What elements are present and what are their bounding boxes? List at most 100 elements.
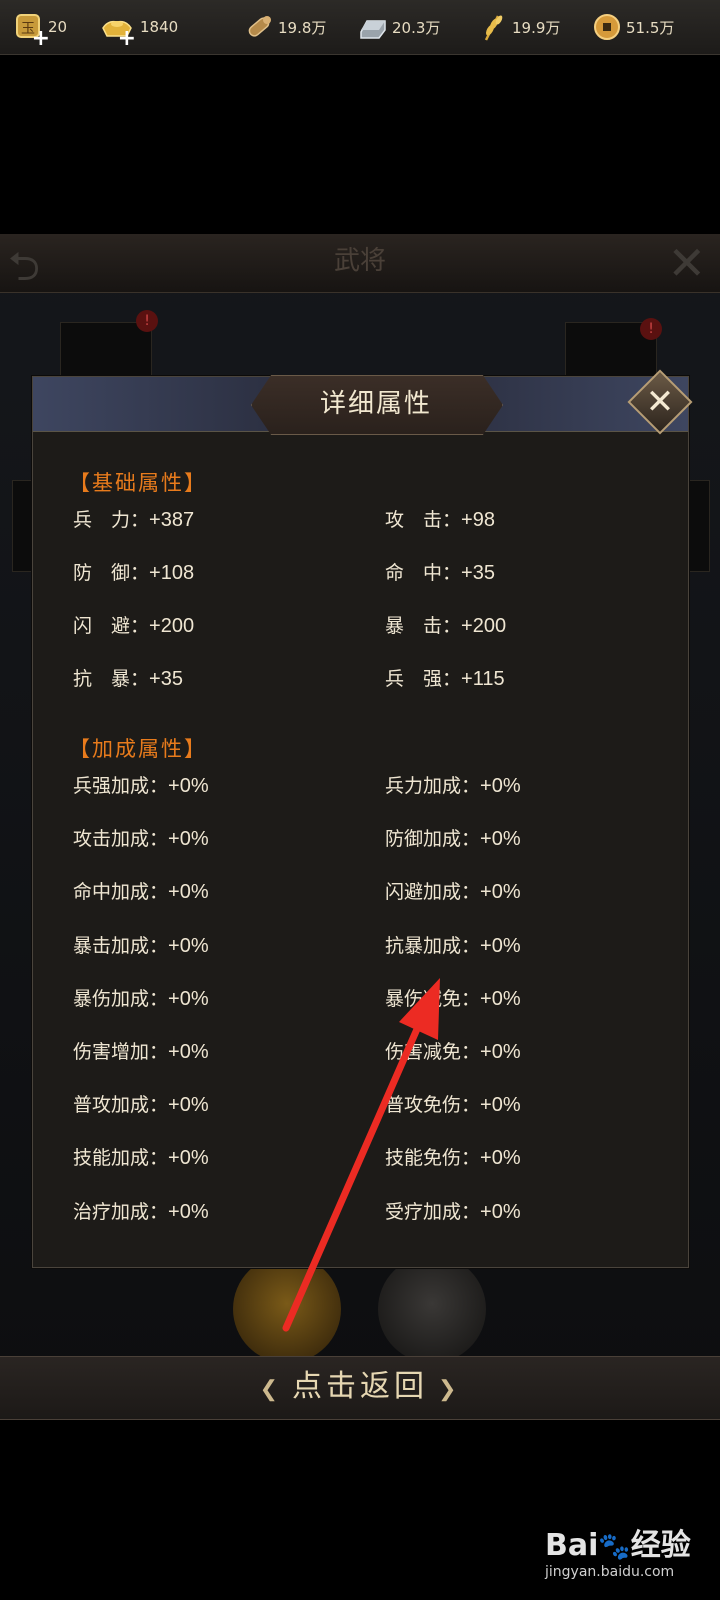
close-icon: ✕ (645, 382, 675, 422)
detail-attributes-dialog: 详细属性 ✕ 【基础属性】 兵 力：+387 攻 击：+98 防 御：+108 命 中… (32, 369, 693, 1268)
dialog-title: 详细属性 (319, 389, 432, 419)
alert-icon: ! (640, 318, 662, 340)
attribute-value: +0% (480, 1200, 521, 1223)
attribute-value: +200 (149, 615, 195, 637)
attribute-row: 防御加成：+0% (385, 824, 521, 851)
attribute-value: +0% (168, 1147, 209, 1170)
attribute-row: 闪 避：+200 (73, 611, 194, 638)
baidu-jingyan-watermark: Bai🐾经验 jingyan.baidu.com (545, 1520, 715, 1588)
attribute-value: +0% (480, 775, 521, 797)
attribute-value: +0% (480, 934, 521, 957)
attribute-value: +0% (480, 987, 521, 1010)
resource-wood: 19.8万 (244, 0, 326, 54)
attribute-row: 技能免伤：+0% (385, 1143, 521, 1170)
attribute-row: 伤害减免：+0% (385, 1037, 521, 1064)
attribute-value: +0% (480, 1094, 521, 1117)
attribute-value: +0% (168, 1041, 209, 1063)
attribute-row: 兵力加成：+0% (385, 771, 521, 798)
attribute-row: 技能加成：+0% (73, 1143, 209, 1170)
return-button[interactable]: ❮ 点击返回 ❯ (0, 1362, 720, 1412)
section-bonus-attributes: 【加成属性】 (69, 737, 207, 761)
attribute-label: 闪 避： (73, 615, 150, 637)
attribute-label: 抗暴加成： (385, 934, 481, 957)
attribute-row: 闪避加成：+0% (385, 877, 521, 904)
attribute-row: 普攻免伤：+0% (385, 1090, 521, 1117)
attribute-value: +0% (168, 775, 209, 797)
attribute-label: 暴击加成： (73, 934, 169, 957)
attribute-row: 攻 击：+98 (385, 505, 495, 532)
attribute-row: 伤害增加：+0% (73, 1037, 209, 1064)
resource-value: 51.5万 (626, 18, 675, 37)
alert-icon: ! (136, 310, 158, 332)
attribute-value: +98 (461, 509, 495, 531)
return-label: 点击返回 (292, 1369, 428, 1404)
attribute-value: +0% (480, 828, 521, 851)
attribute-row: 暴伤减免：+0% (385, 984, 521, 1011)
attribute-value: +115 (461, 668, 505, 690)
attribute-value: +0% (168, 1094, 209, 1117)
attribute-label: 兵强加成： (73, 775, 169, 797)
copper-coin-icon (592, 12, 622, 42)
attribute-label: 暴伤加成： (73, 987, 169, 1010)
add-plus-icon[interactable]: + (32, 28, 50, 50)
attribute-value: +200 (461, 615, 507, 637)
attribute-row: 防 御：+108 (73, 558, 194, 585)
resource-value: 19.9万 (512, 18, 561, 37)
attribute-label: 受疗加成： (385, 1200, 481, 1223)
attribute-value: +0% (168, 881, 209, 904)
attribute-label: 暴伤减免： (385, 987, 481, 1010)
resource-value: 1840 (140, 18, 179, 36)
gold-ingot-icon: + (100, 12, 136, 50)
attribute-row: 兵 力：+387 (73, 505, 194, 532)
attribute-label: 普攻加成： (73, 1094, 169, 1117)
attribute-label: 兵 强： (385, 668, 462, 690)
add-plus-icon[interactable]: + (118, 28, 136, 50)
skill-orb-icon (233, 1255, 341, 1363)
attribute-label: 技能免伤： (385, 1147, 481, 1170)
watermark-url: jingyan.baidu.com (545, 1564, 675, 1580)
jade-token-icon: 玉 + (14, 12, 50, 50)
attribute-row: 攻击加成：+0% (73, 824, 209, 851)
attribute-label: 防御加成： (385, 828, 481, 851)
attribute-value: +0% (168, 1200, 209, 1223)
attribute-value: +387 (149, 509, 195, 531)
resource-gold[interactable]: + 1840 (100, 0, 178, 54)
wood-log-icon (244, 12, 274, 42)
resource-food: 19.9万 (478, 0, 560, 54)
attribute-row: 抗 暴：+35 (73, 664, 183, 691)
attribute-label: 闪避加成： (385, 881, 481, 904)
attribute-row: 普攻加成：+0% (73, 1090, 209, 1117)
attribute-label: 防 御： (73, 562, 150, 584)
attribute-label: 普攻免伤： (385, 1094, 481, 1117)
wheat-icon (478, 12, 508, 42)
attribute-row: 暴击加成：+0% (73, 931, 209, 958)
attribute-value: +0% (480, 1147, 521, 1170)
hero-screen-title: 武将 (333, 246, 386, 276)
attribute-label: 暴 击： (385, 615, 462, 637)
attribute-label: 兵力加成： (385, 775, 481, 797)
resource-value: 19.8万 (278, 18, 327, 37)
attribute-row: 暴伤加成：+0% (73, 984, 209, 1011)
attribute-value: +0% (480, 881, 521, 904)
resource-value: 20.3万 (392, 18, 441, 37)
attribute-label: 攻击加成： (73, 828, 169, 851)
close-icon: ✕ (667, 236, 706, 290)
attribute-row: 受疗加成：+0% (385, 1197, 521, 1224)
attribute-label: 命中加成： (73, 881, 169, 904)
chevron-left-icon: ❮ (259, 1377, 282, 1402)
attribute-value: +0% (168, 987, 209, 1010)
attribute-value: +35 (149, 668, 183, 690)
chevron-right-icon: ❯ (438, 1377, 461, 1402)
attribute-row: 兵 强：+115 (385, 664, 505, 691)
close-button[interactable]: ✕ (627, 369, 693, 435)
attribute-label: 伤害减免： (385, 1041, 481, 1063)
attribute-row: 命 中：+35 (385, 558, 495, 585)
attribute-value: +35 (461, 562, 495, 584)
attribute-label: 命 中： (385, 562, 462, 584)
section-basic-attributes: 【基础属性】 (69, 471, 207, 495)
resource-copper: 51.5万 (592, 0, 674, 54)
resource-jade[interactable]: 玉 + 20 (14, 0, 67, 54)
attribute-label: 技能加成： (73, 1147, 169, 1170)
resource-iron: 20.3万 (358, 0, 440, 54)
watermark-logo: Bai🐾经验 (545, 1528, 691, 1563)
